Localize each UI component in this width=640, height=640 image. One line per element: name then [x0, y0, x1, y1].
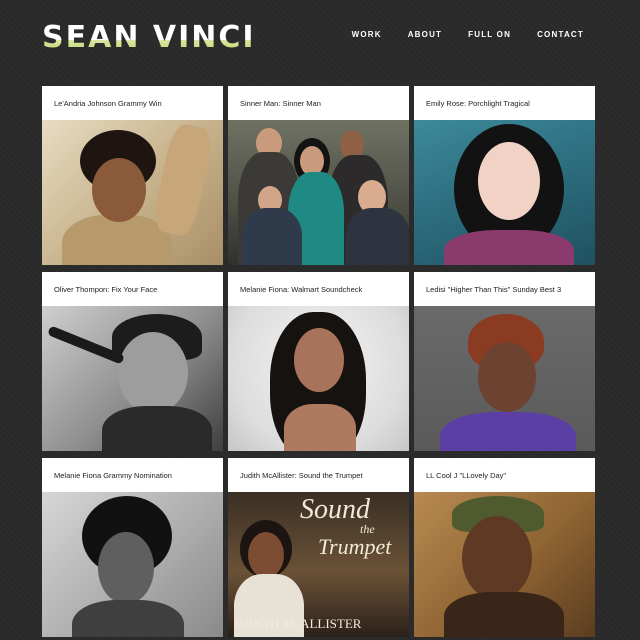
card-photo[interactable]: [42, 306, 223, 451]
card-photo[interactable]: [42, 492, 223, 637]
card-photo[interactable]: [414, 120, 595, 265]
album-artist-name: JUDITH McALLISTER: [234, 616, 362, 631]
nav-full-on[interactable]: FULL ON: [468, 30, 511, 39]
nav-contact[interactable]: CONTACT: [537, 30, 584, 39]
portfolio-card[interactable]: Le'Andria Johnson Grammy Win: [42, 86, 223, 265]
card-title[interactable]: Oliver Thompon: Fix Your Face: [42, 272, 223, 306]
portfolio-card[interactable]: Melanie Fiona: Walmart Soundcheck: [228, 272, 409, 451]
portfolio-card[interactable]: Oliver Thompon: Fix Your Face: [42, 272, 223, 451]
card-photo[interactable]: Sound the Trumpet JUDITH McALLISTER: [228, 492, 409, 637]
site-header: SEAN VINCI WORK ABOUT FULL ON CONTACT: [0, 0, 640, 80]
card-photo[interactable]: [414, 306, 595, 451]
portfolio-card[interactable]: Sinner Man: Sinner Man: [228, 86, 409, 265]
card-photo[interactable]: [228, 306, 409, 451]
portfolio-card[interactable]: Emily Rose: Porchlight Tragical: [414, 86, 595, 265]
card-photo[interactable]: [42, 120, 223, 265]
album-word-trumpet: Trumpet: [318, 534, 392, 559]
main-nav: WORK ABOUT FULL ON CONTACT: [352, 30, 584, 39]
card-photo[interactable]: [228, 120, 409, 265]
portfolio-card[interactable]: Judith McAllister: Sound the Trumpet Sou…: [228, 458, 409, 637]
portfolio-card[interactable]: Melanie Fiona Grammy Nomination: [42, 458, 223, 637]
portfolio-card[interactable]: Ledisi "Higher Than This" Sunday Best 3: [414, 272, 595, 451]
nav-about[interactable]: ABOUT: [408, 30, 442, 39]
card-title[interactable]: Judith McAllister: Sound the Trumpet: [228, 458, 409, 492]
card-title[interactable]: Ledisi "Higher Than This" Sunday Best 3: [414, 272, 595, 306]
card-title[interactable]: Melanie Fiona: Walmart Soundcheck: [228, 272, 409, 306]
card-title[interactable]: Melanie Fiona Grammy Nomination: [42, 458, 223, 492]
card-title[interactable]: LL Cool J "LLovely Day": [414, 458, 595, 492]
card-title[interactable]: Le'Andria Johnson Grammy Win: [42, 86, 223, 120]
site-logo[interactable]: SEAN VINCI: [42, 20, 256, 56]
card-title[interactable]: Sinner Man: Sinner Man: [228, 86, 409, 120]
nav-work[interactable]: WORK: [352, 30, 382, 39]
portfolio-card[interactable]: LL Cool J "LLovely Day": [414, 458, 595, 637]
card-title[interactable]: Emily Rose: Porchlight Tragical: [414, 86, 595, 120]
card-photo[interactable]: [414, 492, 595, 637]
